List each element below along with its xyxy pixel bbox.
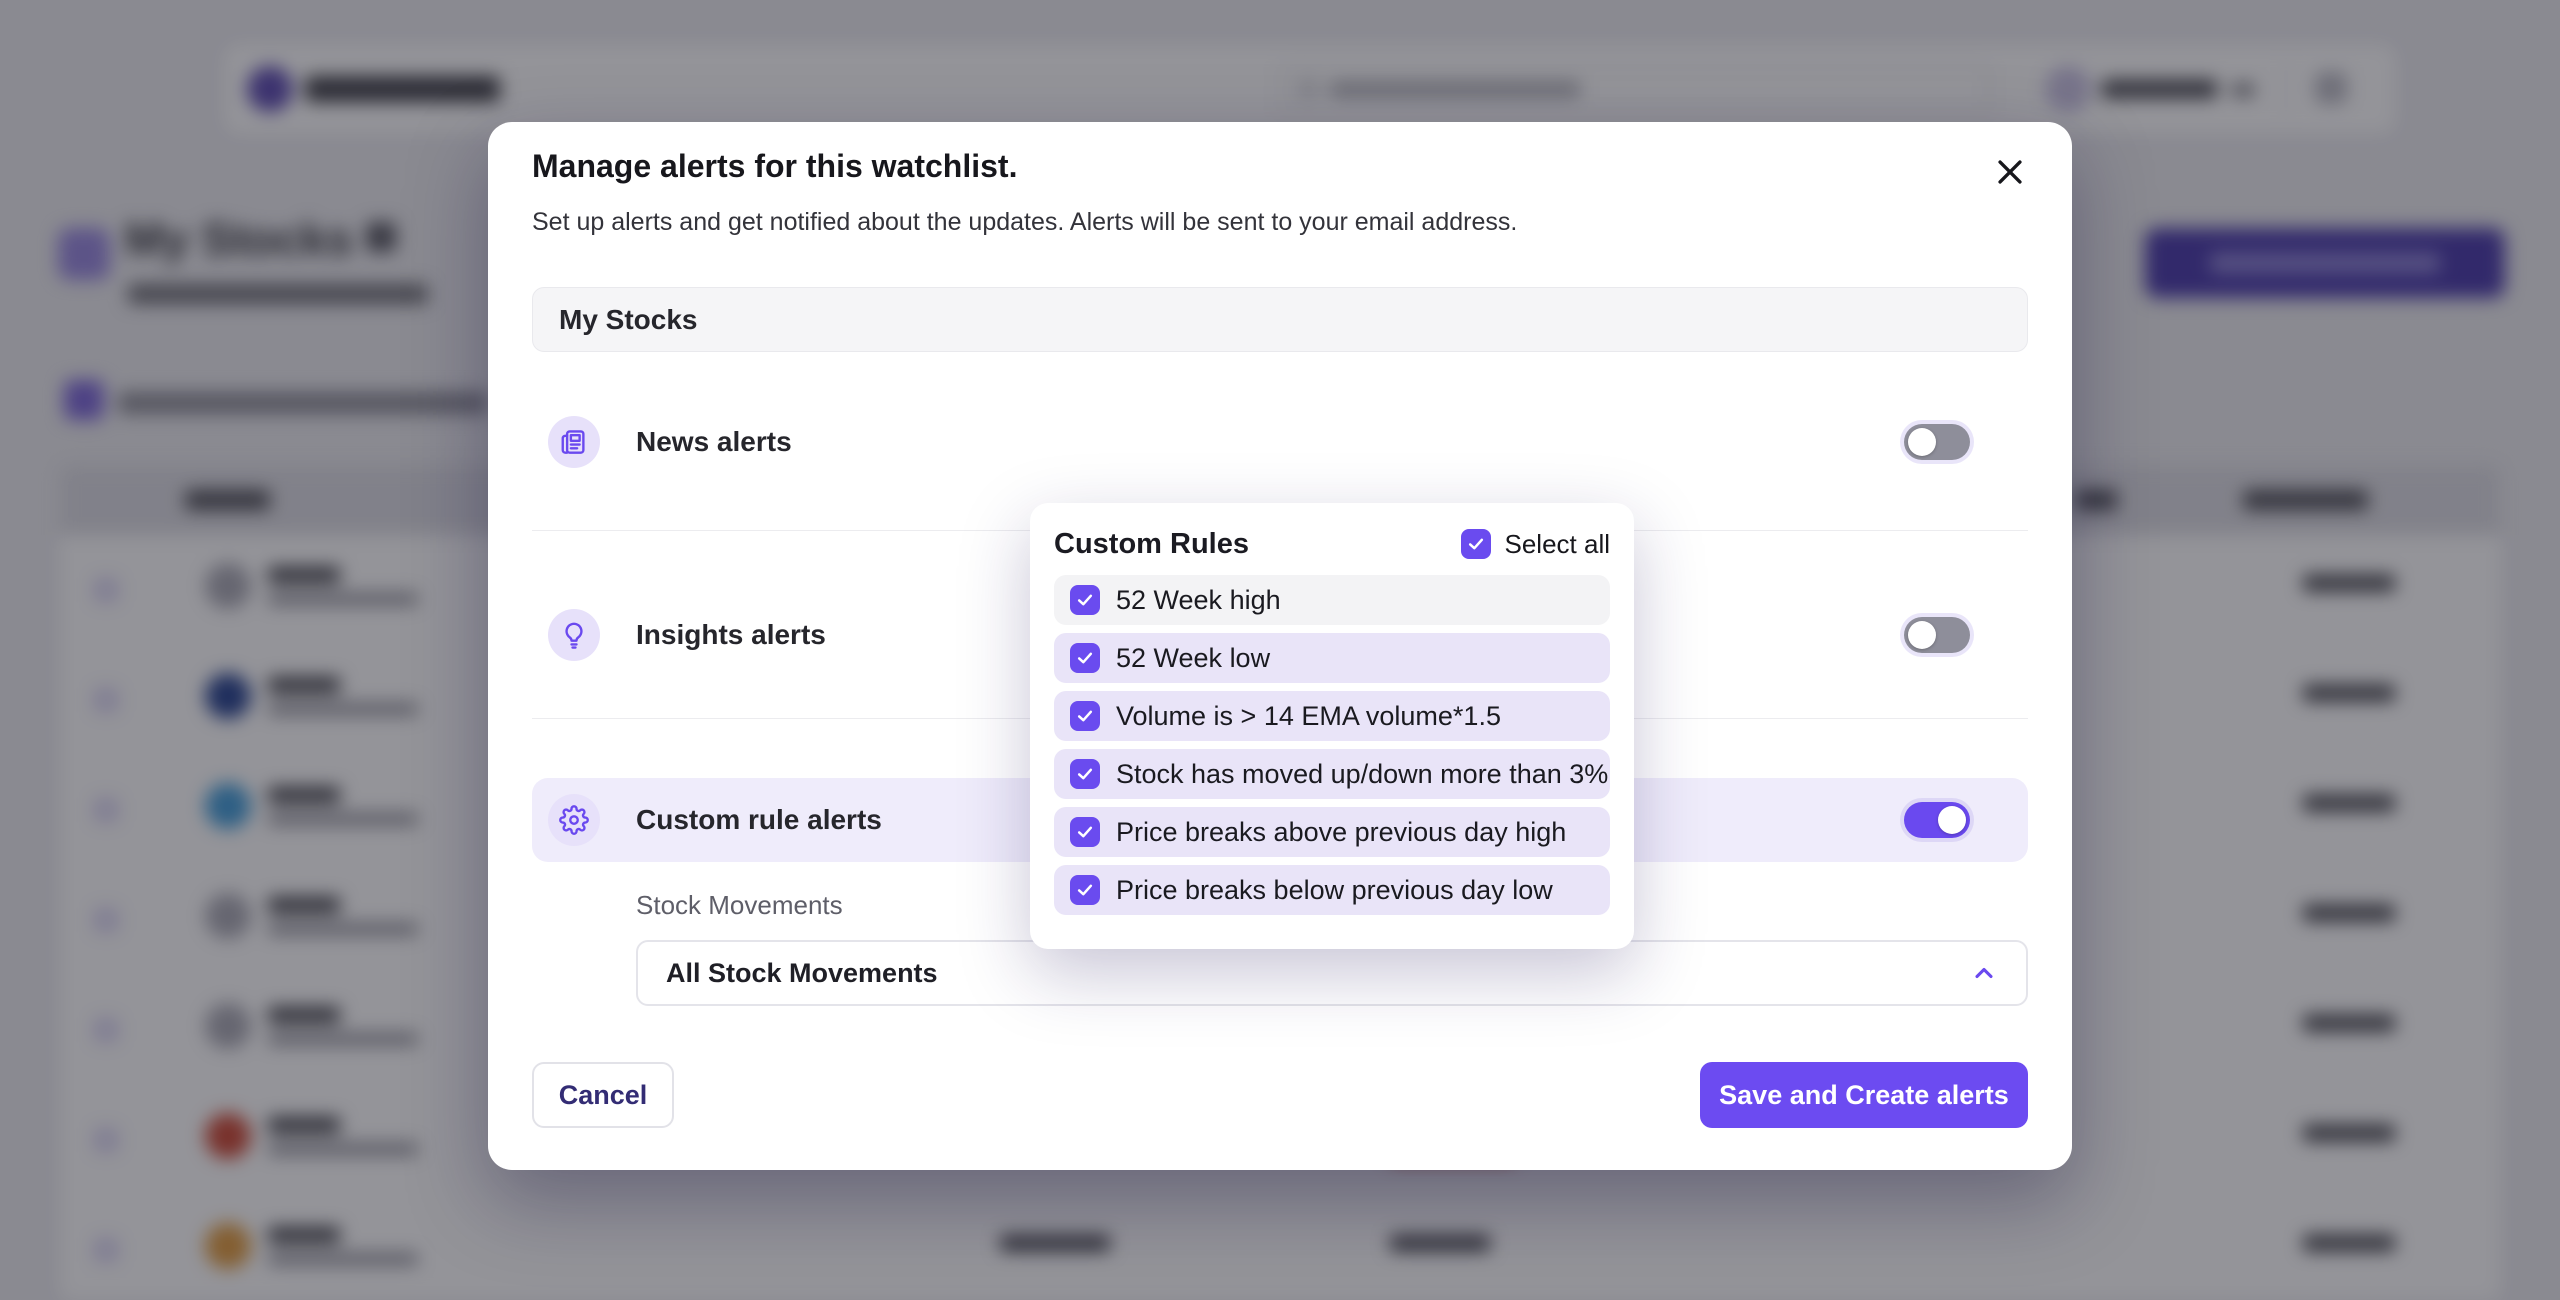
custom-rule-alerts-label: Custom rule alerts [636,778,882,862]
lightbulb-icon [548,609,600,661]
chevron-up-icon [1970,959,1998,987]
watchlist-name-input[interactable] [532,287,2028,352]
select-all-checkbox[interactable] [1461,529,1491,559]
custom-rule-alerts-toggle[interactable] [1904,802,1970,838]
custom-rules-popup: Custom Rules Select all 52 Week high 52 … [1030,503,1634,949]
gear-icon [548,794,600,846]
rule-row[interactable]: 52 Week low [1054,633,1610,683]
screen: My Stocks Manage alerts for this watchli… [0,0,2560,1300]
select-all[interactable]: Select all [1461,529,1611,560]
rule-label: Price breaks above previous day high [1116,817,1566,848]
rule-row[interactable]: Price breaks above previous day high [1054,807,1610,857]
insights-alerts-toggle[interactable] [1904,617,1970,653]
rule-checkbox[interactable] [1070,585,1100,615]
select-all-label: Select all [1505,529,1611,560]
modal-title: Manage alerts for this watchlist. [532,148,1017,185]
rule-checkbox[interactable] [1070,701,1100,731]
rule-checkbox[interactable] [1070,759,1100,789]
close-icon[interactable] [1988,150,2032,194]
news-alerts-row: News alerts [532,400,2028,484]
popup-title: Custom Rules [1054,528,1249,561]
stock-movements-dropdown[interactable]: All Stock Movements [636,940,2028,1006]
cancel-button[interactable]: Cancel [532,1062,674,1128]
rule-list: 52 Week high 52 Week low Volume is > 14 … [1054,575,1610,923]
rule-checkbox[interactable] [1070,643,1100,673]
rule-label: Volume is > 14 EMA volume*1.5 [1116,701,1501,732]
rule-row[interactable]: Stock has moved up/down more than 3% [1054,749,1610,799]
stock-movements-label: Stock Movements [636,890,843,921]
popup-header: Custom Rules Select all [1054,521,1610,567]
rule-label: Price breaks below previous day low [1116,875,1553,906]
stock-movements-value: All Stock Movements [666,958,938,989]
modal-subtitle: Set up alerts and get notified about the… [532,208,1517,237]
news-alerts-label: News alerts [636,400,792,484]
rule-checkbox[interactable] [1070,817,1100,847]
rule-label: 52 Week low [1116,643,1270,674]
rule-row[interactable]: Volume is > 14 EMA volume*1.5 [1054,691,1610,741]
rule-label: Stock has moved up/down more than 3% [1116,759,1608,790]
rule-label: 52 Week high [1116,585,1281,616]
rule-row[interactable]: Price breaks below previous day low [1054,865,1610,915]
rule-row[interactable]: 52 Week high [1054,575,1610,625]
news-alerts-toggle[interactable] [1904,424,1970,460]
newspaper-icon [548,416,600,468]
save-and-create-alerts-button[interactable]: Save and Create alerts [1700,1062,2028,1128]
insights-alerts-label: Insights alerts [636,593,826,677]
rule-checkbox[interactable] [1070,875,1100,905]
